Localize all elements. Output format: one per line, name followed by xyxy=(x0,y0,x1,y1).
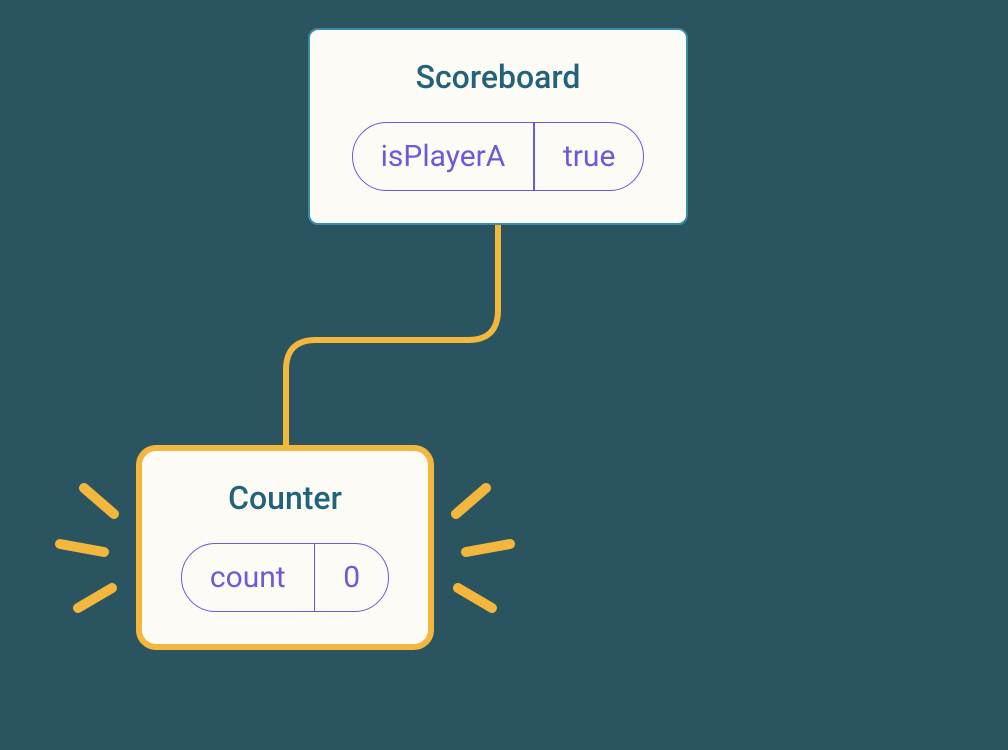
state-value: 0 xyxy=(315,544,388,611)
counter-node: Counter count 0 xyxy=(136,445,434,650)
state-key: count xyxy=(182,544,314,611)
scoreboard-node: Scoreboard isPlayerA true xyxy=(308,28,688,225)
state-value: true xyxy=(535,123,643,190)
counter-title: Counter xyxy=(228,479,342,517)
counter-state-pill: count 0 xyxy=(181,543,389,612)
component-tree-diagram: Scoreboard isPlayerA true Counter count … xyxy=(0,0,1008,750)
emphasis-sparks-left xyxy=(46,470,146,630)
state-key: isPlayerA xyxy=(353,123,534,190)
scoreboard-state-pill: isPlayerA true xyxy=(352,122,645,191)
scoreboard-title: Scoreboard xyxy=(416,58,581,96)
emphasis-sparks-right xyxy=(424,470,524,630)
